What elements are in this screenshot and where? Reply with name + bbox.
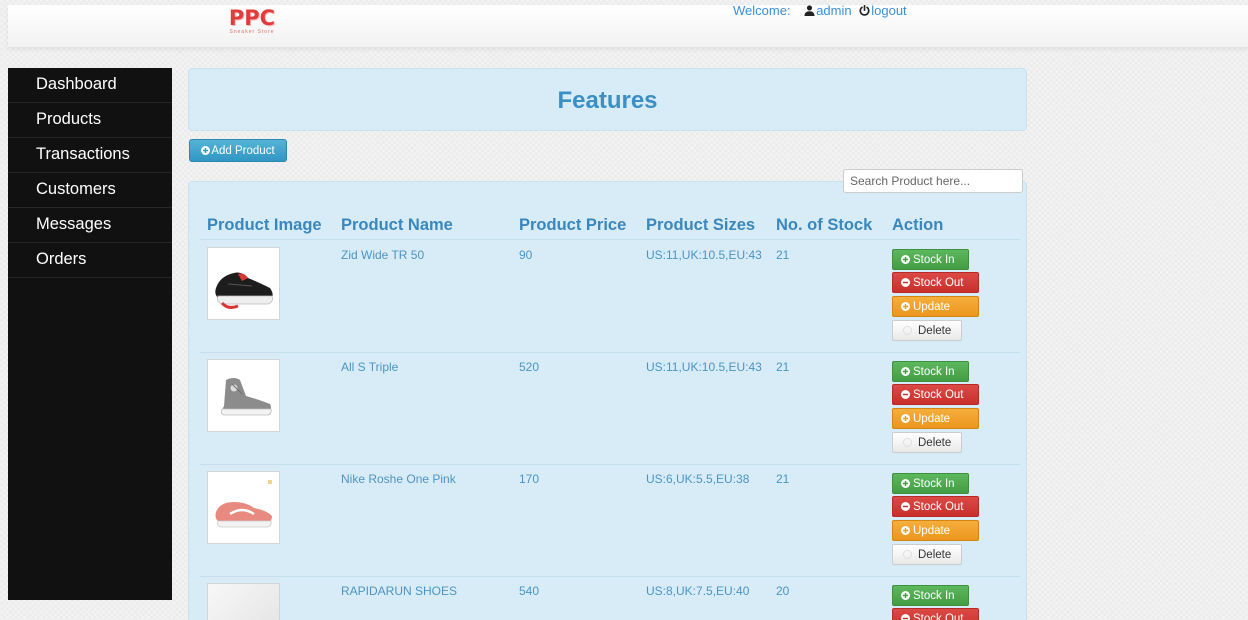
stock-out-label: Stock Out (913, 277, 964, 289)
stock-out-label: Stock Out (913, 501, 964, 513)
stock-in-label: Stock In (913, 366, 955, 378)
logout-link[interactable]: logout (871, 3, 906, 18)
logo-text: PPC (228, 6, 276, 30)
table-row: Nike Roshe One Pink 170 US:6,UK:5.5,EU:3… (200, 464, 1020, 577)
delete-button[interactable]: Delete (892, 544, 962, 565)
plus-circle-icon (901, 526, 910, 535)
update-button[interactable]: Update (892, 408, 979, 429)
stock-in-label: Stock In (913, 254, 955, 266)
stock-in-label: Stock In (913, 590, 955, 602)
plus-circle-icon (901, 479, 910, 488)
product-name: RAPIDARUN SHOES (341, 584, 458, 598)
product-name: Zid Wide TR 50 (341, 248, 425, 262)
stock-out-button[interactable]: Stock Out (892, 608, 979, 620)
plus-circle-icon (901, 302, 910, 311)
plus-circle-icon (901, 591, 910, 600)
table-row: All S Triple 520 US:11,UK:10.5,EU:43 21 … (200, 352, 1020, 465)
page-title: Features (557, 87, 658, 114)
header-product-image: Product Image (207, 216, 322, 234)
trash-icon (903, 326, 912, 335)
grey-hightop-image (220, 378, 272, 416)
delete-label: Delete (918, 437, 952, 449)
minus-circle-icon (901, 614, 910, 620)
delete-label: Delete (918, 325, 952, 337)
product-sizes: US:11,UK:10.5,EU:43 (646, 360, 762, 374)
stock-in-button[interactable]: Stock In (892, 585, 969, 606)
stock-in-label: Stock In (913, 478, 955, 490)
delete-button[interactable]: Delete (892, 320, 962, 341)
header-stock: No. of Stock (776, 216, 873, 234)
stock-out-button[interactable]: Stock Out (892, 496, 979, 517)
black-sneaker-image (215, 272, 273, 309)
welcome-label: Welcome: (733, 3, 791, 18)
product-name: All S Triple (341, 360, 399, 374)
sidebar-item-transactions[interactable]: Transactions (8, 138, 172, 173)
product-sizes: US:8,UK:7.5,EU:40 (646, 584, 750, 598)
brand-logo[interactable]: PPC Sneaker Store (222, 7, 282, 41)
product-stock: 20 (776, 584, 790, 598)
product-price: 90 (519, 248, 533, 262)
stock-out-button[interactable]: Stock Out (892, 384, 979, 405)
product-stock: 21 (776, 472, 790, 486)
plus-circle-icon (201, 146, 211, 155)
admin-link[interactable]: admin (816, 3, 851, 18)
stock-in-button[interactable]: Stock In (892, 473, 969, 494)
header-product-price: Product Price (519, 216, 627, 234)
update-label: Update (913, 301, 951, 313)
update-label: Update (913, 525, 951, 537)
minus-circle-icon (901, 502, 910, 511)
product-image (207, 583, 280, 620)
user-icon (804, 5, 815, 16)
table-row: Zid Wide TR 50 90 US:11,UK:10.5,EU:43 21… (200, 240, 1020, 353)
pink-sneaker-image (215, 480, 272, 528)
stock-in-button[interactable]: Stock In (892, 249, 969, 270)
product-sizes: US:11,UK:10.5,EU:43 (646, 248, 762, 262)
page-header: Features (188, 68, 1027, 131)
delete-button[interactable]: Delete (892, 432, 962, 453)
trash-icon (903, 550, 912, 559)
sidebar-item-products[interactable]: Products (8, 103, 172, 138)
stock-in-button[interactable]: Stock In (892, 361, 969, 382)
product-image (207, 247, 280, 320)
delete-label: Delete (918, 549, 952, 561)
product-sizes: US:6,UK:5.5,EU:38 (646, 472, 750, 486)
product-stock: 21 (776, 248, 790, 262)
product-price: 540 (519, 584, 540, 598)
add-product-label: Add Product (211, 145, 275, 157)
product-image (207, 359, 280, 432)
plus-circle-icon (901, 414, 910, 423)
update-label: Update (913, 413, 951, 425)
header-action: Action (892, 216, 944, 234)
minus-circle-icon (901, 390, 910, 399)
stock-out-button[interactable]: Stock Out (892, 272, 979, 293)
header-product-name: Product Name (341, 216, 453, 234)
search-input[interactable] (843, 169, 1023, 193)
sidebar-item-dashboard[interactable]: Dashboard (8, 68, 172, 103)
power-icon (859, 5, 870, 16)
trash-icon (903, 438, 912, 447)
sidebar-item-messages[interactable]: Messages (8, 208, 172, 243)
update-button[interactable]: Update (892, 296, 979, 317)
welcome-area: Welcome: admin logout (733, 3, 907, 18)
product-name: Nike Roshe One Pink (341, 472, 456, 486)
update-button[interactable]: Update (892, 520, 979, 541)
product-price: 170 (519, 472, 540, 486)
plus-circle-icon (901, 255, 910, 264)
sidebar: Dashboard Products Transactions Customer… (8, 68, 172, 600)
minus-circle-icon (901, 278, 910, 287)
stock-out-label: Stock Out (913, 389, 964, 401)
stock-out-label: Stock Out (913, 613, 964, 620)
table-row: RAPIDARUN SHOES 540 US:8,UK:7.5,EU:40 20… (200, 576, 1020, 620)
sidebar-item-orders[interactable]: Orders (8, 243, 172, 278)
product-stock: 21 (776, 360, 790, 374)
add-product-button[interactable]: Add Product (189, 139, 287, 162)
plus-circle-icon (901, 367, 910, 376)
header-product-sizes: Product Sizes (646, 216, 756, 234)
logo-tagline: Sneaker Store (229, 29, 275, 35)
product-price: 520 (519, 360, 540, 374)
sidebar-item-customers[interactable]: Customers (8, 173, 172, 208)
top-bar (8, 5, 1248, 48)
product-image (207, 471, 280, 544)
